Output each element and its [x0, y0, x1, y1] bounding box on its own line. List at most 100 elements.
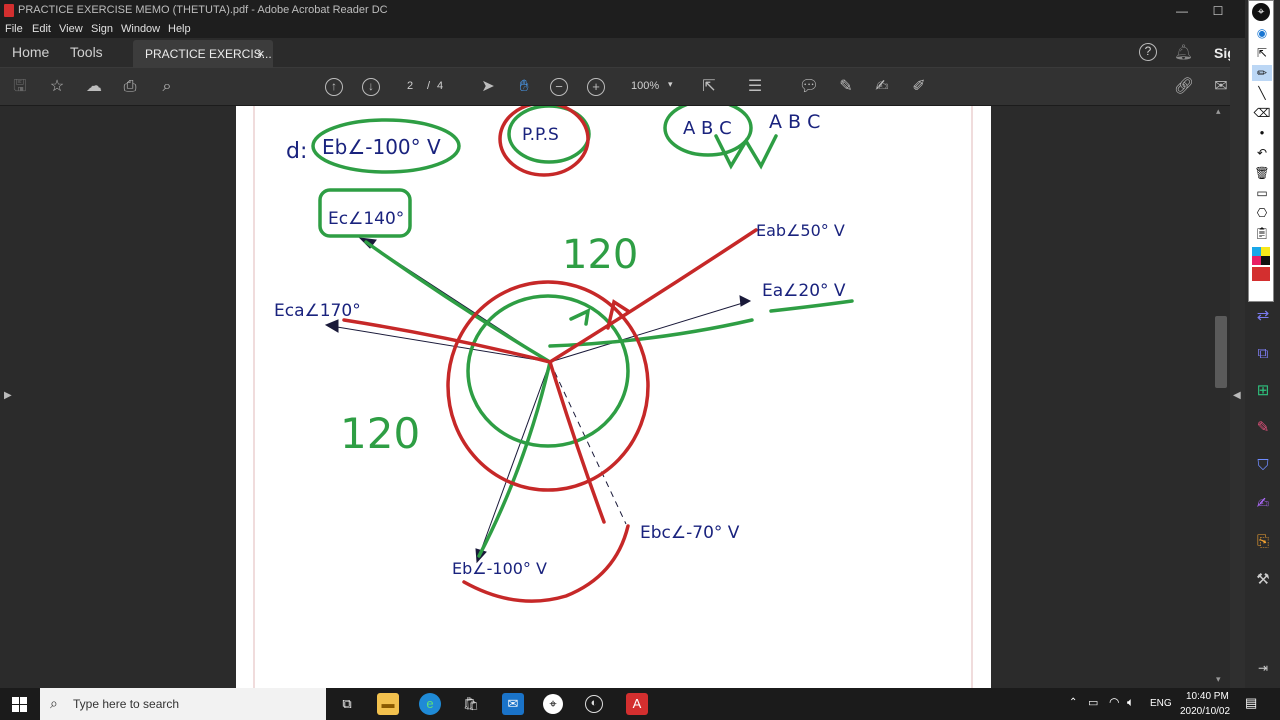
volume-icon[interactable]: 🔈︎	[1127, 695, 1134, 710]
tab-document-label: PRACTICE EXERCIS...	[145, 47, 272, 61]
menu-sign[interactable]: Sign	[91, 23, 113, 35]
print-icon[interactable]: ⎙	[119, 76, 141, 98]
zoom-dropdown[interactable]: 100% ▾	[624, 78, 680, 96]
page-fit-icon[interactable]: ⇱	[698, 76, 720, 98]
scroll-mode-icon[interactable]: ☰	[744, 76, 766, 98]
pen-app-icon[interactable]: ⌖	[1252, 3, 1270, 21]
circle-red-center	[446, 280, 650, 492]
save-icon[interactable]: 🖫︎	[9, 76, 31, 98]
export-pdf-icon[interactable]: ⇄	[1253, 306, 1273, 326]
draw-sign-icon[interactable]: ✍︎	[871, 76, 893, 98]
color-swatch-pink[interactable]	[1252, 256, 1261, 265]
protect-icon[interactable]: ⛉	[1253, 456, 1273, 476]
minimize-icon[interactable]: —	[1174, 3, 1190, 19]
fill-and-sign-icon[interactable]: ✍︎	[1253, 494, 1273, 514]
fill-sign-icon[interactable]: ✐	[908, 76, 930, 98]
title-bar: PRACTICE EXERCISE MEMO (THETUTA).pdf - A…	[0, 0, 1245, 22]
menu-window[interactable]: Window	[121, 23, 160, 35]
menu-view[interactable]: View	[59, 23, 83, 35]
collapse-rail-icon[interactable]: ⇥	[1253, 658, 1273, 678]
trash-icon[interactable]: 🗑︎	[1252, 165, 1272, 181]
scribble-abc	[714, 134, 778, 170]
action-center-icon[interactable]: ▤	[1245, 695, 1257, 711]
menu-edit[interactable]: Edit	[32, 23, 51, 35]
previous-page-icon[interactable]: ↑	[325, 78, 343, 96]
chevron-down-icon: ▾	[668, 79, 673, 89]
bookmark-star-icon[interactable]: ☆	[46, 76, 68, 98]
page-current-input[interactable]: 2	[407, 80, 413, 92]
vertical-scrollbar[interactable]: ▴ ▾	[1212, 106, 1230, 688]
label-part-d: d:	[286, 139, 307, 164]
menu-help[interactable]: Help	[168, 23, 191, 35]
upload-cloud-icon[interactable]: ☁	[83, 76, 105, 98]
label-top-eb: Eb∠-100° V	[322, 135, 441, 159]
hand-tool-icon[interactable]: ✋︎	[513, 76, 535, 98]
tab-close-icon[interactable]: ×	[257, 46, 265, 61]
comment-icon[interactable]: 💬︎	[798, 76, 820, 98]
scrollbar-thumb[interactable]	[1215, 316, 1227, 388]
highlight-pen-icon[interactable]: ✎	[835, 76, 857, 98]
tab-document[interactable]: PRACTICE EXERCIS... ×	[133, 40, 273, 68]
acrobat-file-icon	[4, 4, 14, 17]
pen-tool-icon[interactable]: ✏	[1252, 65, 1272, 81]
search-icon[interactable]: ⌕	[156, 76, 178, 98]
edge-browser-icon[interactable]: e	[419, 693, 441, 715]
store-icon[interactable]: 🛍︎	[460, 693, 482, 715]
page-number-field[interactable]: 2 / 4	[396, 78, 456, 96]
wifi-icon[interactable]: ◠	[1109, 695, 1119, 709]
clock-time[interactable]: 10:40 PM	[1186, 691, 1229, 702]
right-panel-handle[interactable]: ◀	[1230, 38, 1245, 688]
page-total: 4	[437, 80, 444, 92]
more-tools-icon[interactable]: ⚒	[1253, 570, 1273, 590]
language-indicator[interactable]: ENG	[1150, 698, 1172, 709]
pen-app-taskbar-icon[interactable]: ⌖	[543, 694, 563, 714]
current-color-red[interactable]	[1252, 267, 1270, 281]
scroll-down-icon[interactable]: ▾	[1216, 674, 1221, 685]
zoom-in-icon[interactable]: +	[587, 78, 605, 96]
clock-date[interactable]: 2020/10/02	[1180, 706, 1230, 717]
label-angle-left: 120	[340, 409, 420, 458]
document-viewport[interactable]: ▶ d: Eb∠-100° V P.P.S A B C A B C Ec∠140…	[0, 106, 1230, 688]
mail-icon[interactable]: ✉	[502, 693, 524, 715]
scroll-up-icon[interactable]: ▴	[1216, 106, 1221, 117]
search-placeholder: Type here to search	[73, 697, 180, 711]
maximize-icon[interactable]: ☐	[1210, 3, 1226, 19]
eye-icon[interactable]: ◉	[1252, 25, 1272, 41]
camera-icon[interactable]: ⎔	[1252, 205, 1272, 221]
acrobat-taskbar-icon[interactable]: A	[626, 693, 648, 715]
dot-size-icon[interactable]: ●	[1252, 125, 1272, 141]
notification-bell-icon[interactable]: 🔔︎	[1174, 43, 1193, 61]
email-icon[interactable]: ✉	[1210, 76, 1232, 98]
task-view-icon[interactable]: ⧉	[336, 693, 358, 715]
menu-file[interactable]: File	[5, 23, 23, 35]
create-pdf-icon[interactable]: ⊞	[1253, 381, 1273, 401]
help-icon[interactable]: ?	[1139, 43, 1157, 61]
eraser-icon[interactable]: ⌫	[1252, 105, 1272, 121]
zoom-out-icon[interactable]: −	[550, 78, 568, 96]
tab-tools[interactable]: Tools	[70, 44, 103, 60]
battery-icon[interactable]: ▭	[1088, 696, 1098, 709]
color-swatch-black[interactable]	[1261, 256, 1270, 265]
select-cursor-icon[interactable]: ➤	[477, 76, 499, 98]
line-tool-icon[interactable]: ╲	[1252, 85, 1272, 101]
edit-pdf-icon[interactable]: ✎	[1253, 418, 1273, 438]
file-explorer-icon[interactable]: ▬	[377, 693, 399, 715]
tab-home[interactable]: Home	[12, 44, 49, 60]
whiteboard-icon[interactable]: ▭	[1252, 185, 1272, 201]
show-hidden-icons-icon[interactable]: ⌃	[1069, 697, 1077, 708]
clipboard-icon[interactable]: 📋︎	[1252, 225, 1272, 241]
right-panel-toggle-icon[interactable]: ◀	[1233, 390, 1241, 401]
combine-files-icon[interactable]: ⧉	[1253, 344, 1273, 364]
taskbar-search[interactable]: ⌕ Type here to search	[40, 688, 326, 720]
color-swatch-yellow[interactable]	[1261, 247, 1270, 256]
pointer-icon[interactable]: ⇱	[1252, 45, 1272, 61]
label-eca: Eca∠170°	[274, 301, 361, 321]
color-swatch-blue[interactable]	[1252, 247, 1261, 256]
left-panel-toggle-icon[interactable]: ▶	[4, 390, 12, 401]
undo-icon[interactable]: ↶	[1252, 145, 1272, 161]
next-page-icon[interactable]: ↓	[362, 78, 380, 96]
send-for-review-icon[interactable]: ⎘	[1253, 532, 1273, 552]
obs-icon[interactable]: ◐	[585, 695, 603, 713]
windows-start-icon[interactable]	[12, 697, 27, 712]
share-link-icon[interactable]: 🔗︎	[1173, 76, 1195, 98]
